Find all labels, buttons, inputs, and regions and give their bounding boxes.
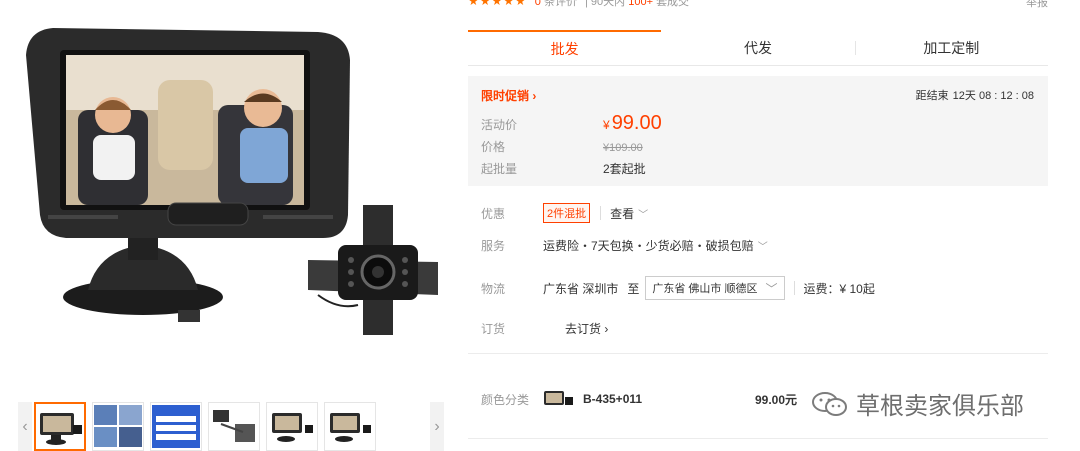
thumbnail-6[interactable]	[324, 402, 376, 451]
limited-promo-link[interactable]: 限时促销 ›	[481, 87, 536, 104]
go-order-link[interactable]: 去订货 ›	[565, 320, 608, 337]
chevron-down-icon: ﹀	[757, 242, 768, 253]
install-thumb-icon	[213, 410, 255, 442]
thumbnail-list	[32, 402, 430, 451]
order-row: 订货 去订货 ›	[481, 320, 608, 337]
wechat-logo-icon	[812, 391, 847, 416]
logistics-row: 物流 广东省 深圳市 至 广东省 佛山市 顺德区 ﹀ 运费：¥ 10起	[481, 276, 875, 300]
thumbnail-1[interactable]	[34, 402, 86, 451]
tab-custom-processing[interactable]: 加工定制	[854, 30, 1048, 65]
freight-value: 运费：¥ 10起	[803, 281, 875, 296]
moq-row: 起批量 2套起批	[481, 160, 646, 177]
variant-row: 颜色分类 B-435+011 99.00元	[481, 384, 797, 414]
order-label: 订货	[481, 322, 506, 336]
thumbnail-3[interactable]	[150, 402, 202, 451]
service-row: 服务 运费险・7天包换・少货必赔・破损包赔 ﹀	[481, 237, 768, 254]
variant-name: B-435+011	[583, 392, 643, 406]
chevron-down-icon: ﹀	[765, 281, 778, 296]
sold-suffix: 套成交	[656, 0, 690, 8]
purchase-mode-tabs: 批发 代发 加工定制	[468, 30, 1048, 66]
moq-value: 2套起批	[603, 162, 646, 176]
discount-label: 优惠	[481, 206, 506, 221]
rating-stars-icon: ★★★★★	[468, 0, 527, 8]
watermark-text: 草根卖家俱乐部	[856, 393, 1024, 420]
variant-price: 99.00元	[755, 392, 798, 407]
price-promo-box: 限时促销 › 距结束 12天 08 : 12 : 08 活动价 ¥ 99.00 价…	[468, 76, 1048, 186]
variant-thumb-icon[interactable]	[543, 388, 575, 410]
divider	[600, 206, 602, 220]
activity-price-label: 活动价	[481, 118, 518, 132]
destination-select[interactable]: 广东省 佛山市 顺德区 ﹀	[645, 276, 785, 300]
product-monitor-illustration	[26, 28, 438, 335]
report-link[interactable]: 举报	[1026, 0, 1048, 10]
original-price-row: 价格 ¥109.00	[481, 138, 643, 155]
review-count[interactable]: 0	[535, 0, 541, 8]
service-label: 服务	[481, 239, 506, 253]
variant-label: 颜色分类	[481, 392, 530, 407]
info-card-thumb-icon	[152, 405, 200, 448]
chevron-down-icon: ﹀	[638, 209, 649, 221]
sold-count: 100+	[628, 0, 653, 8]
main-product-image[interactable]	[18, 10, 448, 395]
view-discount-label: 查看	[610, 206, 635, 221]
thumbnail-strip: ‹ ›	[18, 402, 444, 451]
tab-wholesale[interactable]: 批发	[468, 30, 662, 65]
sold-prefix: 90天内	[590, 0, 626, 8]
currency-symbol: ¥	[603, 118, 610, 132]
review-unit: 条评价	[543, 0, 577, 8]
ship-to-label: 至	[627, 281, 640, 296]
moq-label: 起批量	[481, 162, 518, 176]
thumbnail-4[interactable]	[208, 402, 260, 451]
countdown-value: 12天 08 : 12 : 08	[952, 90, 1034, 102]
logistics-label: 物流	[481, 281, 506, 296]
thumbnail-5[interactable]	[266, 402, 318, 451]
thumb-prev-arrow-icon[interactable]: ‹	[18, 402, 32, 451]
activity-price-row: 活动价 ¥ 99.00	[481, 112, 662, 135]
monitor-thumb-icon	[330, 412, 371, 442]
section-divider	[468, 353, 1048, 354]
collage-thumb-icon	[94, 405, 142, 447]
monitor-thumb-icon	[272, 412, 313, 442]
destination-value: 广东省 佛山市 顺德区	[652, 283, 758, 295]
promo-countdown: 距结束 12天 08 : 12 : 08	[912, 87, 1034, 103]
original-price: ¥109.00	[603, 142, 643, 154]
divider	[793, 281, 795, 295]
price-label: 价格	[481, 140, 506, 154]
thumb-next-arrow-icon[interactable]: ›	[430, 402, 444, 451]
wechat-watermark: 草根卖家俱乐部	[810, 386, 1024, 421]
rating-summary: ★★★★★ 0 条评价 | 90天内 100+ 套成交	[468, 0, 689, 8]
mixed-batch-badge: 2件混批	[543, 203, 591, 223]
countdown-label: 距结束	[915, 90, 949, 102]
ship-origin: 广东省 深圳市	[543, 281, 619, 296]
activity-price: 99.00	[611, 112, 662, 134]
service-list[interactable]: 运费险・7天包换・少货必赔・破损包赔 ﹀	[543, 237, 768, 254]
view-discount-link[interactable]: 查看 ﹀	[610, 205, 648, 222]
discount-row: 优惠 2件混批 查看 ﹀	[481, 203, 648, 223]
thumbnail-2[interactable]	[92, 402, 144, 451]
service-value: 运费险・7天包换・少货必赔・破损包赔	[543, 239, 754, 253]
monitor-thumb-icon	[40, 412, 82, 445]
section-divider	[468, 438, 1048, 439]
tab-dropship[interactable]: 代发	[661, 30, 854, 65]
